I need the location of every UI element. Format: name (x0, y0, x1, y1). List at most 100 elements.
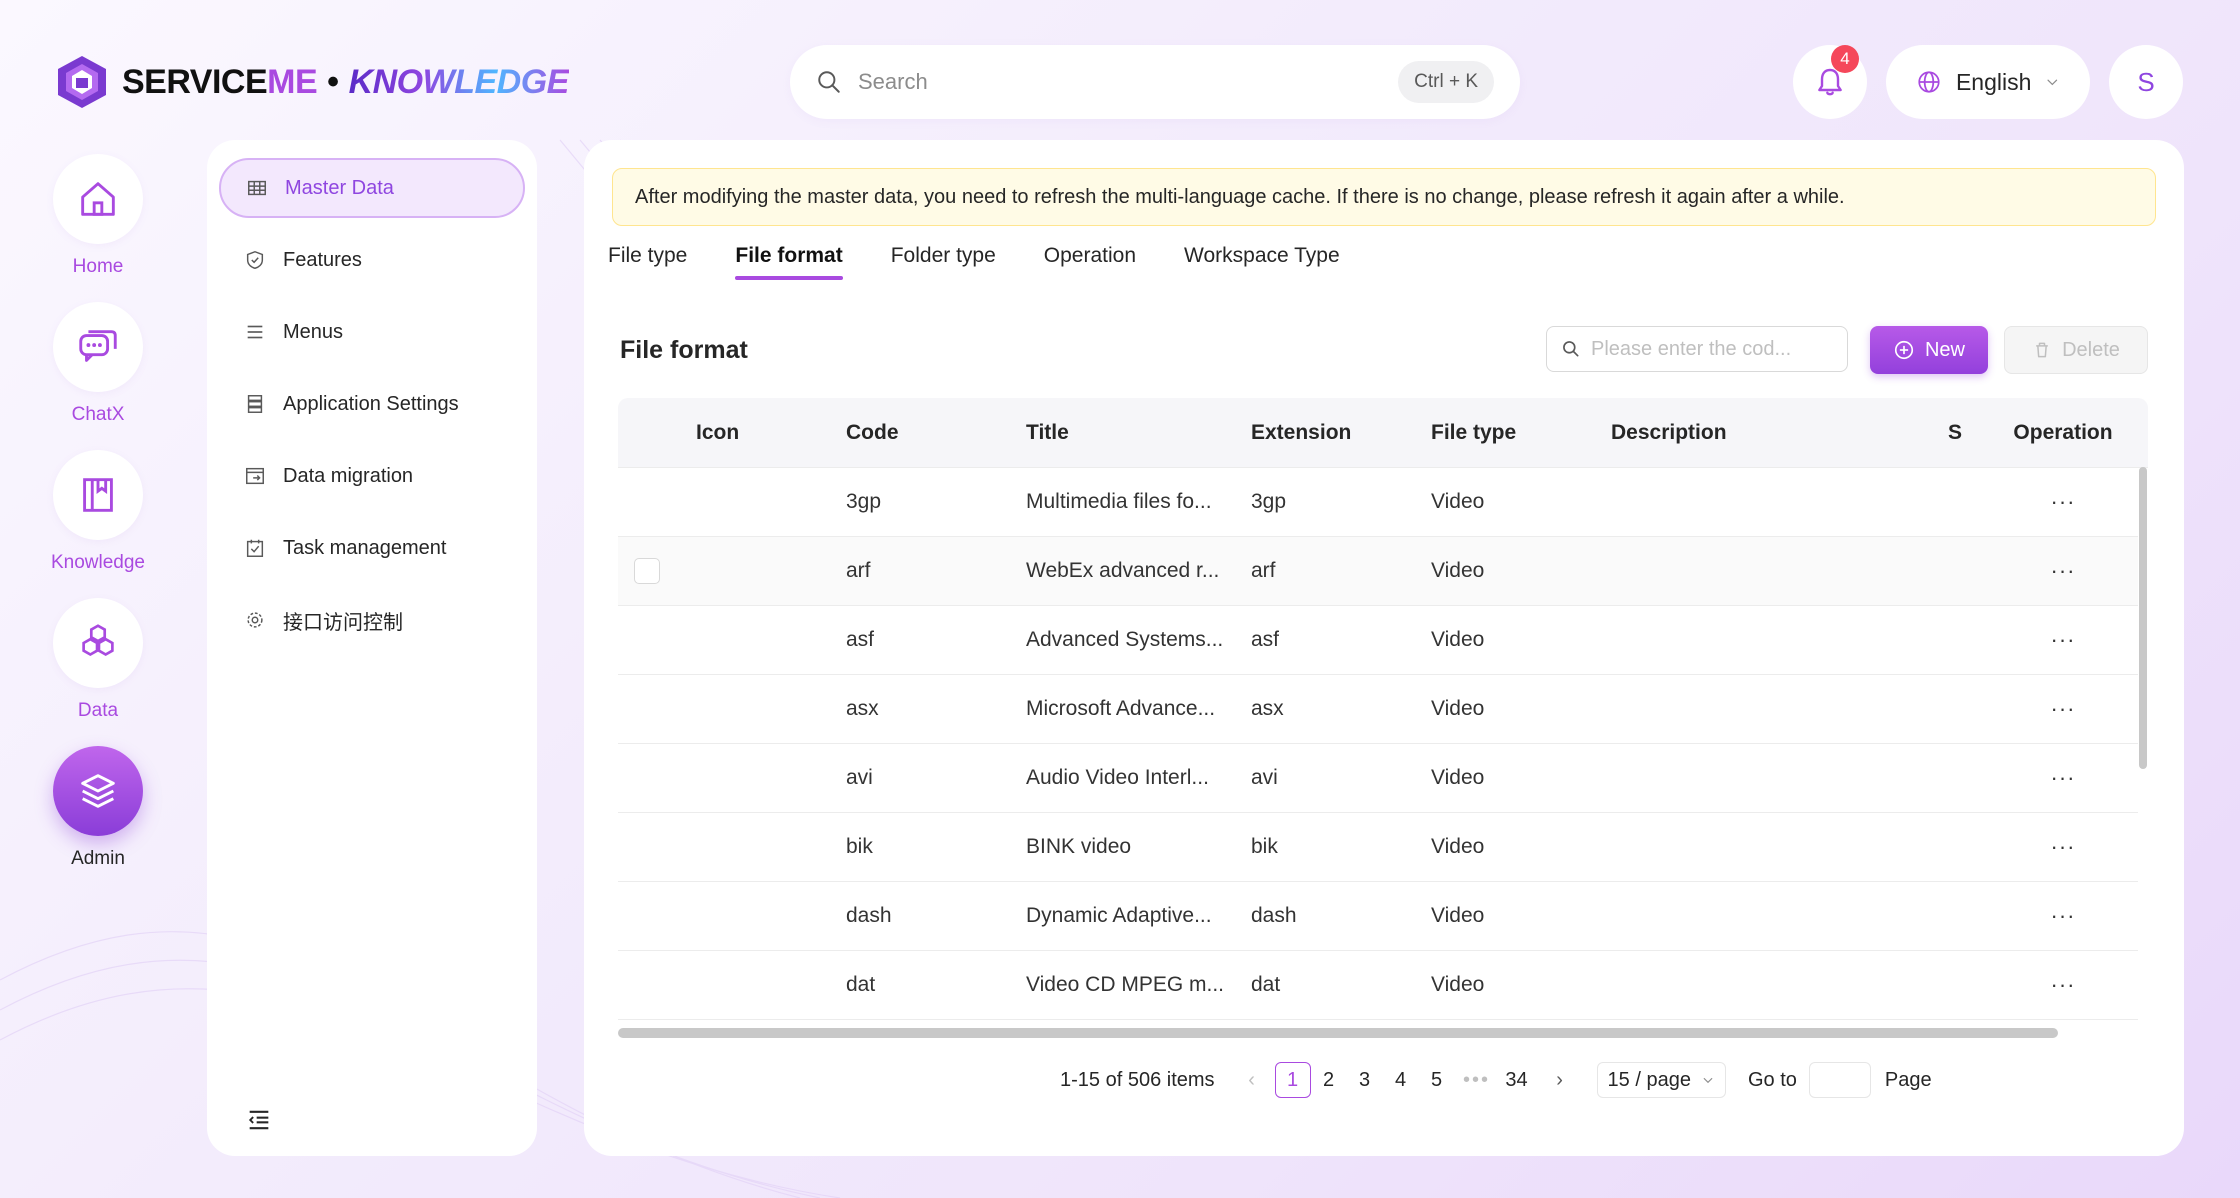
page-size-select[interactable]: 15 / page (1596, 1062, 1726, 1098)
column-header[interactable]: Code (846, 421, 1026, 445)
sidenav-item-application-settings[interactable]: Application Settings (219, 374, 525, 434)
page-button[interactable]: 4 (1383, 1062, 1419, 1098)
next-page-icon[interactable]: › (1549, 1069, 1571, 1092)
cell-extension: dat (1251, 973, 1281, 996)
chat-icon (79, 330, 117, 362)
table-row[interactable]: bik BINK video bik Video ··· (618, 813, 2138, 882)
page-button[interactable]: 3 (1347, 1062, 1383, 1098)
rail-item-data[interactable]: Data (52, 598, 144, 722)
sidenav-item-task-management[interactable]: Task management (219, 518, 525, 578)
page-button[interactable]: 34 (1499, 1062, 1535, 1098)
tab-file-format[interactable]: File format (735, 244, 844, 280)
cell-file-type: Video (1431, 559, 1485, 582)
column-header: Operation (2013, 420, 2113, 444)
row-more-button[interactable]: ··· (2051, 558, 2076, 583)
table-vertical-scrollbar[interactable] (2139, 467, 2147, 769)
rail-knowledge-button[interactable] (53, 450, 143, 540)
rail-admin-button[interactable] (53, 746, 143, 836)
table-row[interactable]: avi Audio Video Interl... avi Video ··· (618, 744, 2138, 813)
sidenav-item-menus[interactable]: Menus (219, 302, 525, 362)
sidenav-item-master-data[interactable]: Master Data (219, 158, 525, 218)
row-checkbox[interactable] (634, 558, 660, 584)
sidenav-label: Application Settings (283, 392, 459, 415)
table-row[interactable]: arf WebEx advanced r... arf Video ··· (618, 537, 2138, 606)
page-button[interactable]: 2 (1311, 1062, 1347, 1098)
row-more-button[interactable]: ··· (2051, 972, 2076, 997)
sidenav-item-features[interactable]: Features (219, 230, 525, 290)
row-more-button[interactable]: ··· (2051, 834, 2076, 859)
column-header[interactable]: File type (1431, 421, 1611, 445)
cell-extension: 3gp (1251, 490, 1287, 513)
app-rail: Home ChatX Knowledge Data Admin (51, 154, 145, 894)
tab-folder-type[interactable]: Folder type (891, 244, 996, 280)
page-size-label: 15 / page (1607, 1068, 1691, 1091)
shield-icon (243, 248, 267, 272)
brand-name: SERVICE ME • KNOWLEDGE (122, 62, 569, 101)
goto-page-input[interactable] (1808, 1062, 1871, 1098)
row-checkbox-cell[interactable] (618, 558, 696, 584)
cell-code: asx (846, 697, 879, 720)
rail-item-knowledge[interactable]: Knowledge (51, 450, 145, 574)
sidenav-label: 接口访问控制 (283, 611, 403, 634)
delete-button[interactable]: Delete (2004, 326, 2148, 374)
cell-file-type: Video (1431, 628, 1485, 651)
tab-workspace-type[interactable]: Workspace Type (1184, 244, 1340, 280)
table-row[interactable]: dat Video CD MPEG m... dat Video ··· (618, 951, 2138, 1020)
row-more-button[interactable]: ··· (2051, 765, 2076, 790)
main-panel: After modifying the master data, you nee… (584, 140, 2184, 1156)
new-button[interactable]: New (1870, 326, 1988, 374)
table-header: Icon Code Title Extension File type Desc… (618, 398, 2148, 468)
row-more-button[interactable]: ··· (2051, 903, 2076, 928)
table-horizontal-scrollbar[interactable] (618, 1028, 2058, 1038)
brand-logo[interactable]: SERVICE ME • KNOWLEDGE (56, 52, 569, 112)
cell-extension: arf (1251, 559, 1276, 582)
table-row[interactable]: dash Dynamic Adaptive... dash Video ··· (618, 882, 2138, 951)
cell-title: WebEx advanced r... (1026, 559, 1220, 582)
table-row[interactable]: asf Advanced Systems... asf Video ··· (618, 606, 2138, 675)
cell-file-type: Video (1431, 904, 1485, 927)
row-more-button[interactable]: ··· (2051, 489, 2076, 514)
row-more-button[interactable]: ··· (2051, 696, 2076, 721)
sidenav-item-data-migration[interactable]: Data migration (219, 446, 525, 506)
user-avatar[interactable]: S (2109, 45, 2183, 119)
cell-code: 3gp (846, 490, 882, 513)
rail-item-chatx[interactable]: ChatX (52, 302, 144, 426)
rail-data-button[interactable] (53, 598, 143, 688)
global-search[interactable]: Search Ctrl + K (790, 45, 1520, 119)
row-more-button[interactable]: ··· (2051, 627, 2076, 652)
code-search-input[interactable]: Please enter the cod... (1546, 326, 1848, 372)
rail-chatx-button[interactable] (53, 302, 143, 392)
notifications-button[interactable]: 4 (1793, 45, 1867, 119)
table-icon (245, 176, 269, 200)
column-header[interactable]: Icon (696, 421, 846, 445)
sidenav-item-api-access-control[interactable]: 接口访问控制 (219, 590, 525, 650)
rail-item-admin[interactable]: Admin (52, 746, 144, 870)
pagination-total: 1-15 of 506 items (1060, 1068, 1215, 1091)
table-row[interactable]: 3gp Multimedia files fo... 3gp Video ··· (618, 468, 2138, 537)
admin-sidenav: Master Data Features Menus Application S… (207, 140, 537, 1156)
prev-page-icon[interactable]: ‹ (1241, 1069, 1263, 1092)
language-selector[interactable]: English (1886, 45, 2090, 119)
tab-file-type[interactable]: File type (608, 244, 687, 280)
rail-home-button[interactable] (53, 154, 143, 244)
column-header[interactable]: Extension (1251, 421, 1431, 445)
logo-mark-icon (58, 56, 106, 108)
list-icon (243, 320, 267, 344)
column-header[interactable]: Description (1611, 421, 1948, 445)
code-search-placeholder: Please enter the cod... (1591, 337, 1792, 360)
cell-extension: asx (1251, 697, 1284, 720)
column-header[interactable]: Title (1026, 421, 1251, 445)
delete-button-label: Delete (2062, 338, 2120, 361)
cell-file-type: Video (1431, 766, 1485, 789)
column-header[interactable]: S (1948, 421, 1988, 445)
pagination-ellipsis[interactable]: ••• (1455, 1069, 1499, 1092)
table-row[interactable]: asx Microsoft Advance... asx Video ··· (618, 675, 2138, 744)
sidenav-label: Data migration (283, 464, 414, 487)
page-button[interactable]: 1 (1274, 1062, 1311, 1098)
tab-operation[interactable]: Operation (1044, 244, 1136, 280)
rail-item-home[interactable]: Home (52, 154, 144, 278)
book-icon (83, 478, 113, 512)
cell-extension: bik (1251, 835, 1278, 858)
page-button[interactable]: 5 (1419, 1062, 1455, 1098)
collapse-menu-icon[interactable] (245, 1106, 273, 1134)
